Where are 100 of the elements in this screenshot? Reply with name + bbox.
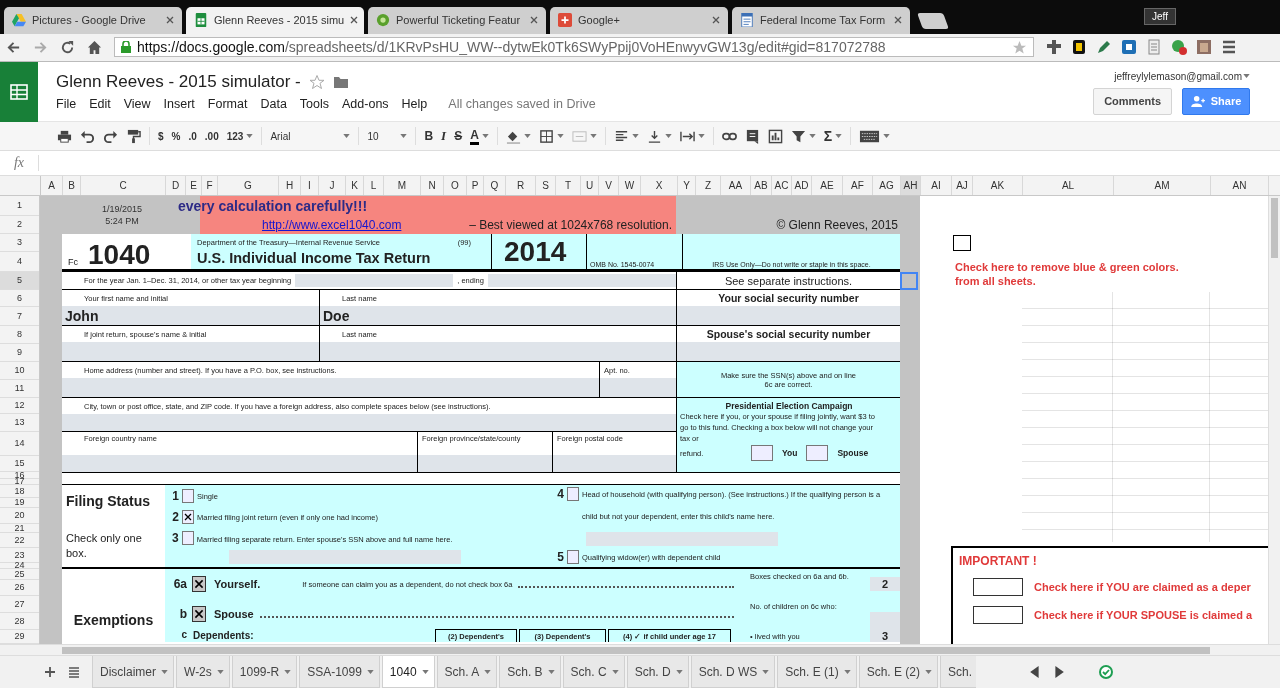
checkbox[interactable] [953, 235, 971, 252]
sheet-tab[interactable]: Sch. D WS [690, 656, 776, 688]
column-header[interactable]: Z [696, 176, 721, 196]
row-header[interactable]: 14 [0, 432, 39, 457]
increase-decimals-button[interactable]: .00 [204, 130, 219, 142]
row-header[interactable]: 12 [0, 398, 39, 415]
name-field[interactable] [320, 342, 676, 362]
sheet-tab[interactable]: Sch. E (1) [777, 656, 857, 688]
menu-item[interactable]: Help [401, 96, 428, 111]
row-header[interactable]: 2 [0, 216, 39, 235]
badge-icon[interactable] [1071, 39, 1087, 56]
browser-tab[interactable]: Pictures - Google Drive [4, 6, 182, 34]
name-field[interactable]: Doe [320, 306, 676, 326]
column-header[interactable]: T [556, 176, 581, 196]
column-header[interactable]: Y [678, 176, 696, 196]
scrollbar-thumb[interactable] [1271, 198, 1278, 259]
number-format-button[interactable]: 123 [226, 130, 244, 142]
column-header[interactable]: P [467, 176, 484, 196]
close-icon[interactable] [530, 16, 538, 25]
count-field[interactable]: 2 [870, 577, 900, 592]
chart-icon[interactable] [767, 128, 783, 144]
sheet-tab[interactable]: Sch. C [562, 656, 625, 688]
count-field[interactable]: 3 [870, 612, 900, 643]
pen-icon[interactable] [1096, 39, 1112, 56]
right-arrow-icon[interactable] [1053, 666, 1065, 679]
column-header[interactable]: V [599, 176, 619, 196]
star-icon[interactable] [308, 73, 325, 90]
functions-button[interactable]: Σ [823, 128, 833, 145]
close-icon[interactable] [166, 16, 174, 25]
close-icon[interactable] [894, 16, 902, 25]
column-header[interactable]: N [421, 176, 444, 196]
sheet-tab[interactable]: W-2s [176, 656, 230, 688]
sheet-tab[interactable]: Sch. D [626, 656, 689, 688]
checkbox[interactable] [192, 606, 206, 623]
menu-item[interactable]: Data [260, 96, 287, 111]
strikethrough-button[interactable]: S [454, 129, 463, 144]
sheet-tab[interactable]: Sch. B [499, 656, 561, 688]
currency-button[interactable]: $ [158, 130, 164, 142]
keyboard-icon[interactable] [859, 128, 881, 144]
browser-tab[interactable]: Glenn Reeves - 2015 simu [186, 6, 364, 34]
column-header[interactable]: AA [721, 176, 751, 196]
browser-tab[interactable]: Google+ [550, 6, 728, 34]
close-icon[interactable] [350, 16, 359, 25]
column-header[interactable]: B [63, 176, 81, 196]
column-header[interactable]: A [41, 176, 63, 196]
row-header[interactable]: 19 [0, 498, 39, 509]
document-title[interactable]: Glenn Reeves - 2015 simulator - [56, 71, 301, 92]
paint-roller-icon[interactable] [126, 128, 141, 144]
column-header[interactable]: X [641, 176, 678, 196]
name-field[interactable] [62, 342, 319, 362]
print-icon[interactable] [57, 128, 72, 144]
menu-item[interactable]: View [123, 96, 151, 111]
comment-icon[interactable] [744, 128, 760, 144]
menu-icon[interactable] [1221, 39, 1237, 56]
percent-button[interactable]: % [171, 130, 181, 142]
row-header[interactable]: 11 [0, 380, 39, 399]
checkbox[interactable] [182, 510, 194, 525]
row-header[interactable]: 15 [0, 456, 39, 473]
column-header[interactable]: K [346, 176, 364, 196]
column-header[interactable]: W [619, 176, 641, 196]
address-field[interactable] [62, 378, 599, 398]
checkbox[interactable] [182, 489, 194, 504]
column-header[interactable]: AE [812, 176, 843, 196]
browser-tab[interactable]: Federal Income Tax Form [732, 6, 910, 34]
row-header[interactable]: 21 [0, 524, 39, 534]
row-header[interactable]: 25 [0, 569, 39, 581]
profile-badge[interactable]: Jeff [1144, 8, 1176, 26]
new-tab-button[interactable] [917, 12, 949, 29]
column-header[interactable]: R [506, 176, 536, 196]
checkbox[interactable] [973, 606, 1023, 625]
sheet-tab[interactable]: 1099-R [231, 656, 298, 688]
checkbox[interactable] [567, 487, 579, 502]
font-dropdown[interactable]: Arial [270, 130, 341, 142]
align-left-icon[interactable] [613, 128, 629, 144]
column-header[interactable]: U [581, 176, 599, 196]
column-header[interactable]: AC [772, 176, 792, 196]
star-icon[interactable] [1012, 39, 1027, 55]
name-field[interactable] [586, 532, 778, 547]
column-header[interactable]: AM [1114, 176, 1211, 196]
add-icon[interactable] [44, 666, 56, 679]
list-icon[interactable] [68, 666, 80, 679]
checkbox[interactable] [973, 578, 1023, 597]
column-header[interactable]: G [218, 176, 279, 196]
column-header[interactable]: S [536, 176, 556, 196]
sheet-tab[interactable]: 1040 [381, 656, 435, 688]
column-header[interactable]: M [384, 176, 421, 196]
column-header[interactable]: AK [973, 176, 1023, 196]
sheet-tab[interactable]: SSA-1099 [299, 656, 380, 688]
row-header[interactable]: 7 [0, 307, 39, 327]
column-header[interactable]: H [279, 176, 301, 196]
foreign-address-field[interactable] [553, 455, 676, 473]
foreign-address-field[interactable] [62, 455, 417, 473]
row-header[interactable]: 3 [0, 234, 39, 253]
row-header[interactable]: 27 [0, 596, 39, 614]
row-header[interactable]: 26 [0, 580, 39, 597]
home-icon[interactable] [87, 39, 102, 55]
photo-icon[interactable] [1196, 39, 1212, 56]
column-header[interactable]: AI [921, 176, 952, 196]
column-header[interactable]: Q [484, 176, 506, 196]
row-header[interactable]: 6 [0, 290, 39, 308]
